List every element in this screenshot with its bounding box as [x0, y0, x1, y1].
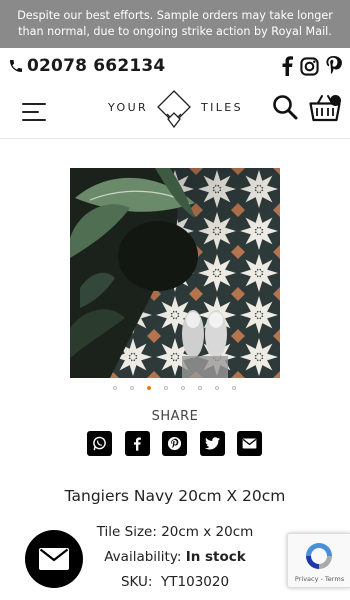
pinterest-icon[interactable] [162, 431, 187, 456]
social-links [281, 56, 342, 76]
tile-size-label: Tile Size: [96, 524, 157, 540]
cart-count-badge [330, 95, 341, 106]
logo-text-left: YOUR [108, 101, 149, 114]
gallery-dot[interactable] [198, 386, 202, 390]
recaptcha-icon [306, 543, 332, 569]
gallery-dot[interactable] [130, 386, 134, 390]
gallery-dot[interactable] [232, 386, 236, 390]
phone-link[interactable]: 02078 662134 [8, 56, 165, 76]
contact-bar: 02078 662134 [8, 54, 342, 78]
gallery-pagination [113, 386, 236, 390]
facebook-icon[interactable] [281, 56, 293, 76]
email-icon[interactable] [237, 431, 262, 456]
gallery-dot[interactable] [147, 386, 151, 390]
pinterest-icon[interactable] [326, 56, 342, 76]
whatsapp-icon[interactable] [87, 431, 112, 456]
header-divider [0, 138, 350, 139]
envelope-icon [39, 548, 69, 570]
availability-label: Availability: [104, 549, 182, 565]
gallery-dot[interactable] [181, 386, 185, 390]
site-header: YOUR TILES [0, 86, 350, 134]
phone-icon [8, 58, 24, 74]
announcement-banner: Despite our best efforts. Sample orders … [0, 0, 350, 48]
recaptcha-links[interactable]: Privacy - Terms [288, 575, 350, 583]
sku-value: YT103020 [161, 574, 230, 590]
share-label: SHARE [151, 409, 199, 424]
product-image[interactable] [70, 168, 280, 378]
banner-line-1: Despite our best efforts. Sample orders … [17, 9, 333, 22]
product-title: Tangiers Navy 20cm X 20cm [64, 487, 286, 505]
gallery-dot[interactable] [164, 386, 168, 390]
search-icon[interactable] [272, 94, 298, 124]
hamburger-icon[interactable] [22, 103, 46, 121]
recaptcha-badge[interactable]: Privacy - Terms [287, 533, 350, 588]
logo-diamond-icon [157, 90, 191, 129]
phone-number: 02078 662134 [27, 56, 166, 76]
sku-label: SKU: [120, 574, 153, 590]
gallery-dot[interactable] [113, 386, 117, 390]
banner-line-2: than normal, due to ongoing strike actio… [18, 25, 332, 38]
share-buttons [87, 431, 262, 456]
twitter-icon[interactable] [199, 431, 225, 456]
tile-size-value: 20cm x 20cm [161, 524, 254, 540]
chat-button[interactable] [25, 530, 83, 588]
site-logo[interactable]: YOUR TILES [108, 89, 243, 129]
logo-text-right: TILES [200, 101, 243, 114]
instagram-icon[interactable] [300, 56, 319, 76]
facebook-icon[interactable] [124, 431, 150, 456]
availability-value: In stock [185, 549, 246, 565]
gallery-dot[interactable] [215, 386, 219, 390]
